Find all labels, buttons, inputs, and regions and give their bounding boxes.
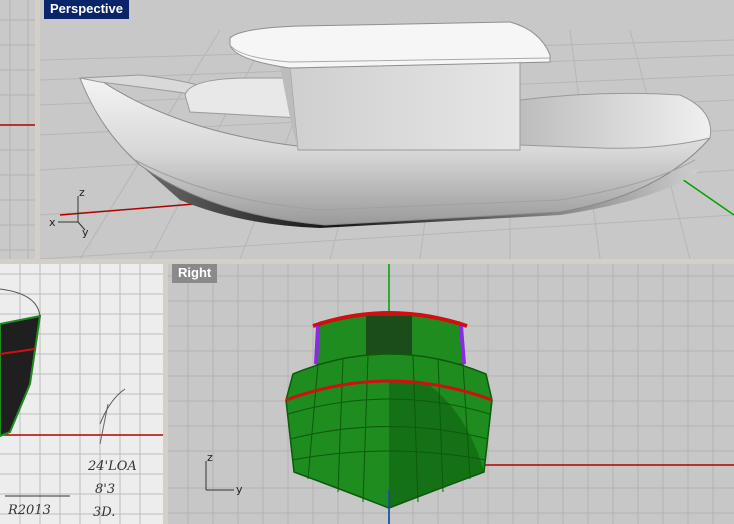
stern-coaming [519,92,712,149]
sketch-note-3d: 3D. [93,505,115,520]
sketch-note-loa: 24'LOA [87,459,137,474]
gizmo-z-label: z [207,451,213,464]
gizmo-z-label: z [79,186,85,199]
perspective-scene: z x y [40,21,734,259]
viewport-bottom-left[interactable]: 24'LOA 8'3 R2013 3D. [0,264,163,524]
gizmo-y-label: y [82,226,89,239]
sketch-note-date: R2013 [7,503,51,518]
gizmo-y-label: y [236,483,243,496]
forward-cabin [184,77,301,119]
viewport-title-right[interactable]: Right [172,264,218,283]
viewport-top-left[interactable] [0,0,35,259]
viewport-perspective[interactable]: z x y Perspective [40,0,734,259]
right-scene: z y [168,264,734,524]
sketch-note-beam: 8'3 [95,482,115,497]
rail-left [314,325,320,365]
cabin-body [289,61,521,151]
gizmo-x-label: x [49,216,56,229]
axis-gizmo [205,461,234,491]
viewport-right[interactable]: z y Right [168,264,734,524]
viewport-title-perspective[interactable]: Perspective [44,0,129,19]
sketch-backdrop: 24'LOA 8'3 R2013 3D. [0,264,163,524]
top-left-grid [0,0,35,259]
